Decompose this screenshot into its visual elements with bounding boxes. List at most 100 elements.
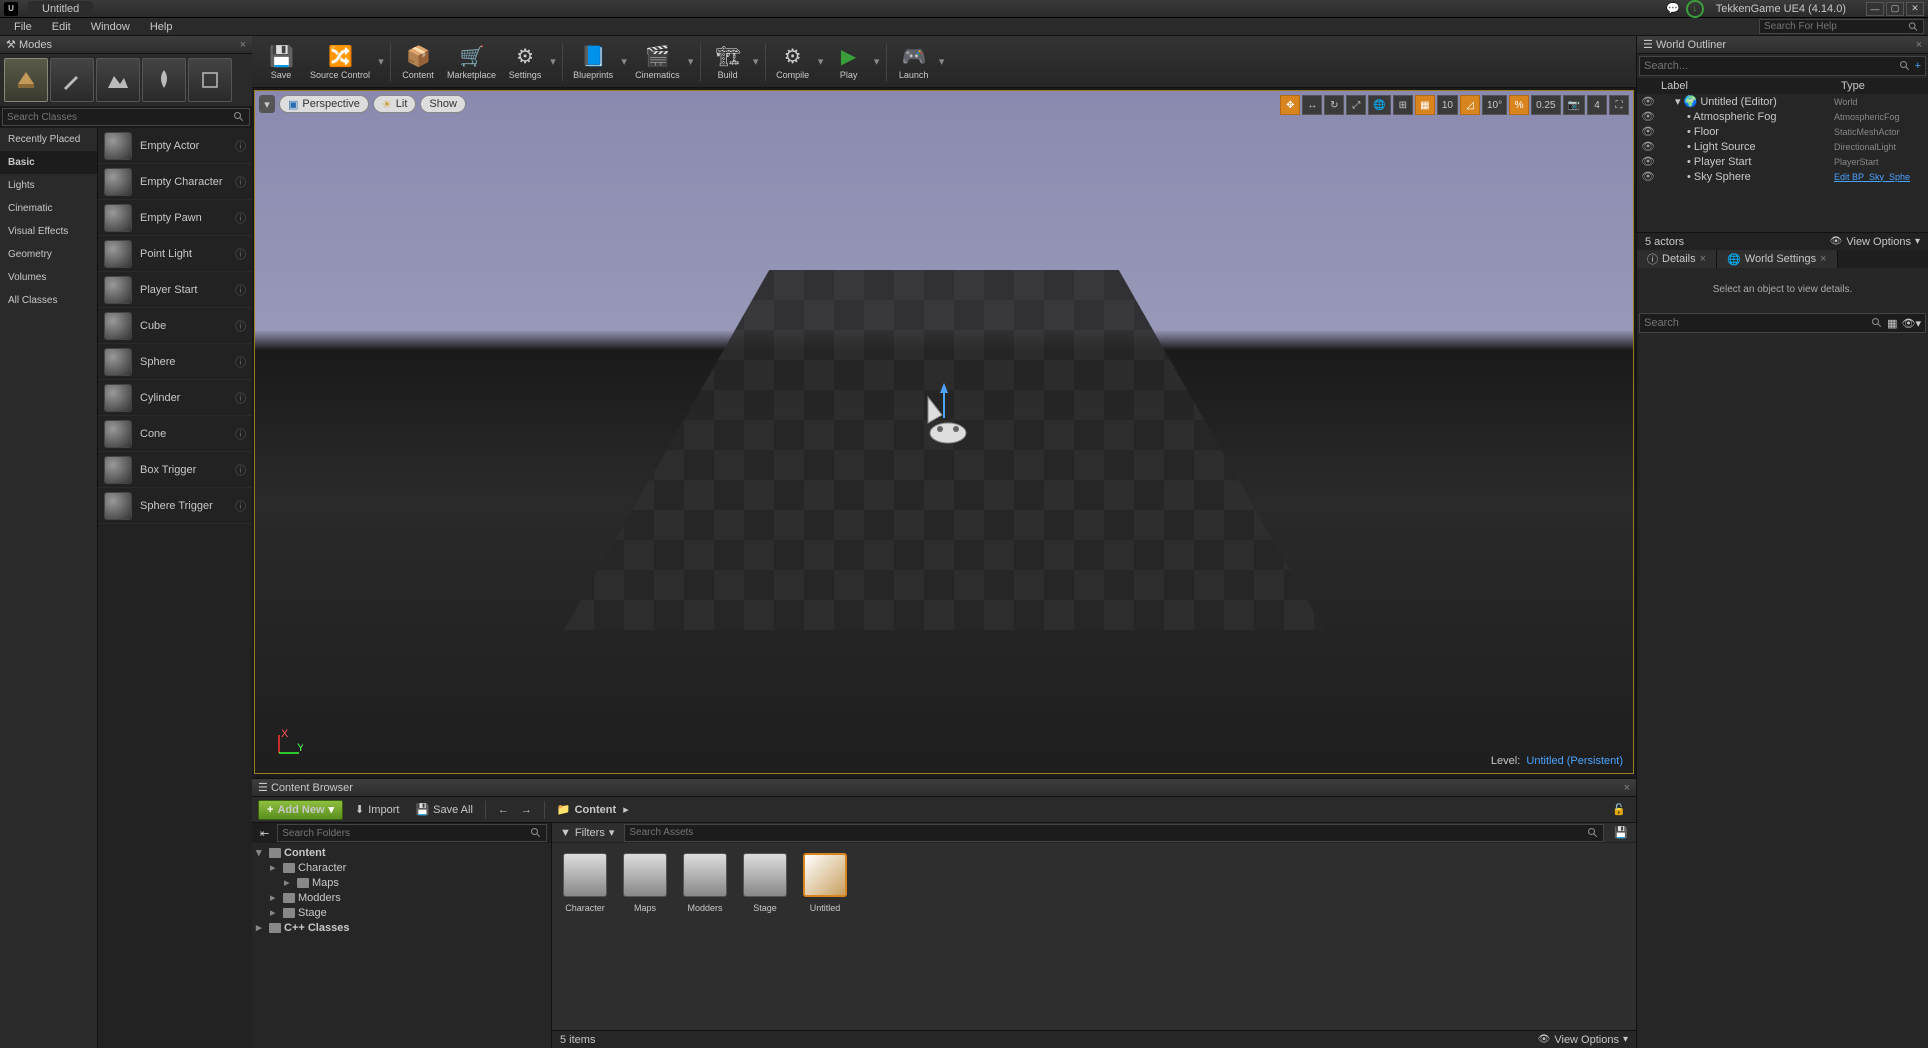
outliner-row[interactable]: 👁• Light SourceDirectionalLight [1637, 139, 1928, 154]
view-options-button[interactable]: 👁 View Options ▾ [1830, 236, 1920, 248]
dropdown-arrow[interactable]: ▾ [816, 39, 826, 85]
details-search-input[interactable] [1644, 317, 1871, 329]
info-icon[interactable]: ⓘ [235, 462, 246, 478]
dropdown-arrow[interactable]: ▾ [937, 39, 947, 85]
help-search[interactable] [1759, 19, 1924, 34]
tab-details[interactable]: ⓘDetails× [1637, 250, 1717, 268]
scale-snap-icon[interactable]: % [1509, 95, 1529, 115]
dropdown-arrow[interactable]: ▾ [751, 39, 761, 85]
close-icon[interactable]: × [1820, 253, 1826, 265]
visibility-icon[interactable]: 👁 [1641, 125, 1653, 138]
maximize-viewport-icon[interactable]: ⛶ [1609, 95, 1629, 115]
info-icon[interactable]: ⓘ [235, 498, 246, 514]
source-control-status-icon[interactable]: ↓ [1686, 0, 1704, 18]
scale-mode-icon[interactable]: ⤢ [1346, 95, 1366, 115]
angle-snap-icon[interactable]: ◿ [1460, 95, 1480, 115]
place-mode-icon[interactable] [4, 58, 48, 102]
expand-arrow-icon[interactable]: ▸ [270, 906, 280, 919]
view-options-button[interactable]: 👁 View Options ▾ [1538, 1034, 1628, 1046]
actor-item[interactable]: Player Startⓘ [98, 272, 252, 308]
maximize-button[interactable]: ▢ [1886, 2, 1904, 16]
minimize-button[interactable]: — [1866, 2, 1884, 16]
angle-snap-value[interactable]: 10° [1482, 95, 1507, 115]
dropdown-arrow[interactable]: ▾ [872, 39, 882, 85]
select-mode-icon[interactable]: ✥ [1280, 95, 1300, 115]
actor-item[interactable]: Sphereⓘ [98, 344, 252, 380]
actor-item[interactable]: Sphere Triggerⓘ [98, 488, 252, 524]
asset-item[interactable]: Untitled [802, 853, 848, 913]
actor-item[interactable]: Empty Actorⓘ [98, 128, 252, 164]
actor-item[interactable]: Cylinderⓘ [98, 380, 252, 416]
tree-item[interactable]: ▾Content [252, 845, 551, 860]
folder-search-input[interactable] [282, 828, 530, 839]
geometry-mode-icon[interactable] [188, 58, 232, 102]
classes-search-input[interactable] [7, 112, 233, 123]
settings-button[interactable]: ⚙Settings [502, 39, 548, 85]
info-icon[interactable]: ⓘ [235, 210, 246, 226]
filters-button[interactable]: ▼Filters▾ [556, 824, 618, 841]
help-search-input[interactable] [1764, 21, 1908, 32]
expand-arrow-icon[interactable]: ▸ [256, 921, 266, 934]
landscape-mode-icon[interactable] [96, 58, 140, 102]
outliner-row[interactable]: 👁▾ 🌍 Untitled (Editor)World [1637, 94, 1928, 109]
info-icon[interactable]: ⓘ [235, 174, 246, 190]
marketplace-button[interactable]: 🛒Marketplace [441, 39, 502, 85]
close-button[interactable]: ✕ [1906, 2, 1924, 16]
expand-arrow-icon[interactable]: ▸ [270, 891, 280, 904]
source-control-button[interactable]: 🔀Source Control [304, 39, 376, 85]
tree-item[interactable]: ▸C++ Classes [252, 920, 551, 935]
visibility-icon[interactable]: 👁 [1641, 95, 1653, 108]
info-icon[interactable]: ⓘ [235, 282, 246, 298]
import-button[interactable]: ⬇Import [351, 801, 403, 818]
dropdown-arrow[interactable]: ▾ [376, 39, 386, 85]
actor-type[interactable]: Edit BP_Sky_Sphe [1834, 172, 1910, 182]
col-label[interactable]: Label [1661, 80, 1841, 92]
category-item[interactable]: Cinematic [0, 197, 97, 220]
surface-snap-icon[interactable]: ⊞ [1393, 95, 1413, 115]
info-icon[interactable]: ⓘ [235, 246, 246, 262]
info-icon[interactable]: ⓘ [235, 138, 246, 154]
category-item[interactable]: Lights [0, 174, 97, 197]
tree-item[interactable]: ▸Stage [252, 905, 551, 920]
asset-search-input[interactable] [629, 827, 1587, 838]
close-icon[interactable]: × [1700, 253, 1706, 265]
scale-snap-value[interactable]: 0.25 [1531, 95, 1560, 115]
asset-item[interactable]: Modders [682, 853, 728, 913]
camera-speed-value[interactable]: 4 [1587, 95, 1607, 115]
dropdown-arrow[interactable]: ▾ [548, 39, 558, 85]
cinematics-button[interactable]: 🎬Cinematics [629, 39, 686, 85]
grid-snap-icon[interactable]: ▦ [1415, 95, 1435, 115]
outliner-row[interactable]: 👁• FloorStaticMeshActor [1637, 124, 1928, 139]
close-icon[interactable]: × [1916, 39, 1922, 51]
info-icon[interactable]: ⓘ [235, 426, 246, 442]
asset-item[interactable]: Maps [622, 853, 668, 913]
close-icon[interactable]: × [240, 39, 246, 51]
category-item[interactable]: Volumes [0, 266, 97, 289]
build-button[interactable]: 🏗Build [705, 39, 751, 85]
dropdown-arrow[interactable]: ▾ [619, 39, 629, 85]
translate-mode-icon[interactable]: ↔ [1302, 95, 1322, 115]
level-link[interactable]: Untitled (Persistent) [1526, 755, 1623, 767]
coord-space-icon[interactable]: 🌐 [1368, 95, 1390, 115]
add-new-button[interactable]: + Add New ▾ [258, 800, 343, 820]
menu-help[interactable]: Help [140, 19, 183, 35]
save-all-button[interactable]: 💾Save All [411, 801, 476, 818]
lit-button[interactable]: ☀Lit [373, 95, 417, 113]
show-button[interactable]: Show [420, 95, 466, 113]
actor-item[interactable]: Point Lightⓘ [98, 236, 252, 272]
info-icon[interactable]: ⓘ [235, 390, 246, 406]
expand-arrow-icon[interactable]: ▾ [256, 846, 266, 859]
save-button[interactable]: 💾Save [258, 39, 304, 85]
launch-button[interactable]: 🎮Launch [891, 39, 937, 85]
outliner-row[interactable]: 👁• Sky SphereEdit BP_Sky_Sphe [1637, 169, 1928, 184]
menu-edit[interactable]: Edit [42, 19, 81, 35]
lock-icon[interactable]: 🔓 [1608, 801, 1630, 818]
actor-item[interactable]: Cubeⓘ [98, 308, 252, 344]
content-button[interactable]: 📦Content [395, 39, 441, 85]
play-button[interactable]: ▶Play [826, 39, 872, 85]
sources-toggle-icon[interactable]: ⇤ [256, 825, 273, 842]
menu-window[interactable]: Window [81, 19, 140, 35]
nav-back-button[interactable]: ← [494, 802, 513, 818]
visibility-icon[interactable]: 👁 [1641, 170, 1653, 183]
matrix-icon[interactable]: ▦ [1887, 317, 1897, 330]
